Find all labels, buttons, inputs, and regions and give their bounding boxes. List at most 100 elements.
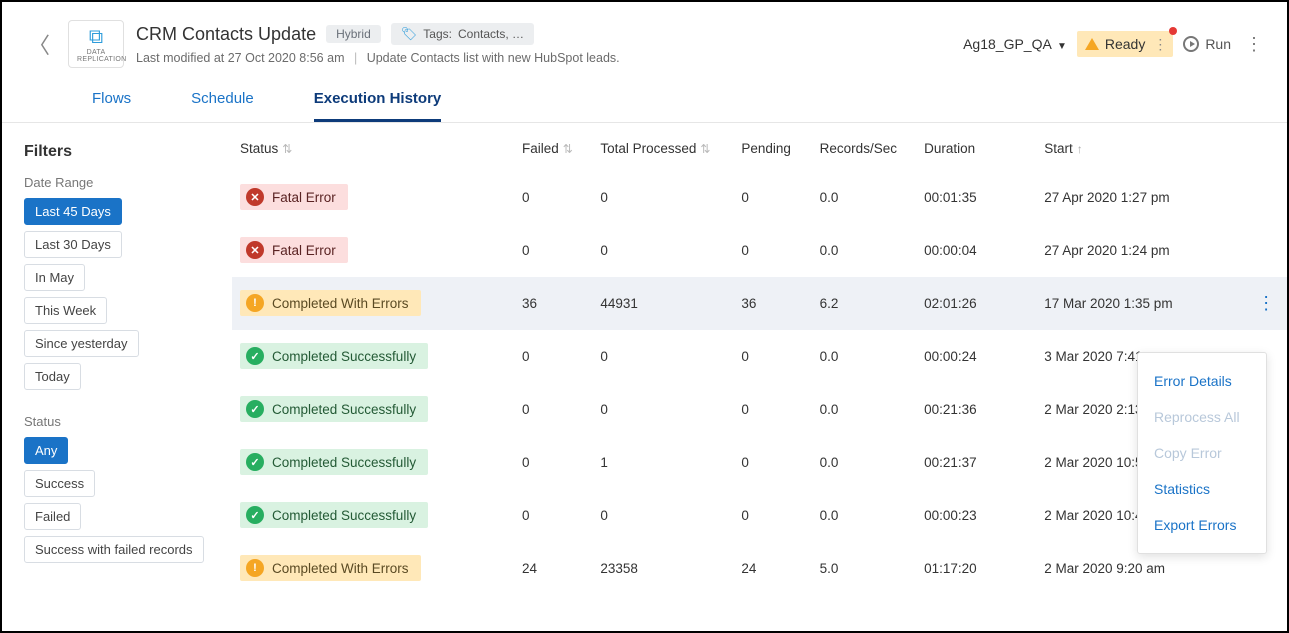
filter-since-yesterday[interactable]: Since yesterday: [24, 330, 139, 357]
filter-last-45-days[interactable]: Last 45 Days: [24, 198, 122, 225]
column-total-processed[interactable]: Total Processed⇅: [592, 123, 733, 171]
sort-icon: ⇅: [563, 142, 573, 156]
cell-failed: 0: [514, 489, 592, 542]
filter-today[interactable]: Today: [24, 363, 81, 390]
ready-more-icon[interactable]: ⋮: [1153, 36, 1167, 53]
success-icon: ✓: [246, 400, 264, 418]
menu-statistics[interactable]: Statistics: [1138, 471, 1266, 507]
table-row[interactable]: ✓Completed Successfully064868018.001:00:…: [232, 595, 1287, 598]
column-records-sec[interactable]: Records/Sec: [812, 123, 916, 171]
cell-pending: 0: [733, 595, 811, 598]
menu-copy-error: Copy Error: [1138, 435, 1266, 471]
cell-rps: 0.0: [812, 489, 916, 542]
environment-selector[interactable]: Ag18_GP_QA ▼: [963, 36, 1067, 52]
cell-rps: 18.0: [812, 595, 916, 598]
ready-status[interactable]: Ready ⋮: [1077, 31, 1173, 57]
warning-icon: [1085, 38, 1099, 50]
cell-pending: 24: [733, 542, 811, 595]
status-badge: !Completed With Errors: [240, 290, 421, 316]
cell-failed: 0: [514, 383, 592, 436]
table-row[interactable]: ✓Completed Successfully0100.000:21:372 M…: [232, 436, 1287, 489]
status-badge: !Completed With Errors: [240, 555, 421, 581]
cell-total: 1: [592, 436, 733, 489]
status-label: Completed Successfully: [272, 402, 416, 417]
cell-failed: 36: [514, 277, 592, 330]
fatal-icon: ✕: [246, 188, 264, 206]
column-pending[interactable]: Pending: [733, 123, 811, 171]
cell-failed: 0: [514, 171, 592, 224]
sort-up-icon: ↑: [1077, 142, 1083, 156]
app-icon-label: DATA REPLICATION: [77, 49, 115, 63]
filter-last-30-days[interactable]: Last 30 Days: [24, 231, 122, 258]
cell-duration: 00:00:23: [916, 489, 1036, 542]
menu-export-errors[interactable]: Export Errors: [1138, 507, 1266, 543]
cube-icon: ⧉: [77, 27, 115, 47]
filter-failed[interactable]: Failed: [24, 503, 81, 530]
filter-any[interactable]: Any: [24, 437, 68, 464]
cell-total: 0: [592, 171, 733, 224]
menu-error-details[interactable]: Error Details: [1138, 363, 1266, 399]
cell-pending: 0: [733, 383, 811, 436]
cell-pending: 0: [733, 436, 811, 489]
table-row[interactable]: !Completed With Errors3644931366.202:01:…: [232, 277, 1287, 330]
run-button[interactable]: Run: [1183, 36, 1231, 52]
row-more-button[interactable]: ⋮: [1245, 277, 1287, 330]
cell-pending: 0: [733, 224, 811, 277]
sort-icon: ⇅: [700, 142, 710, 156]
table-row[interactable]: ✕Fatal Error0000.000:00:0427 Apr 2020 1:…: [232, 224, 1287, 277]
tags-value: Contacts, …: [458, 27, 524, 41]
cell-start: 27 Apr 2020 1:27 pm: [1036, 171, 1245, 224]
success-icon: ✓: [246, 506, 264, 524]
cell-duration: 00:21:37: [916, 436, 1036, 489]
cell-rps: 6.2: [812, 277, 916, 330]
cell-start: 27 Feb 2020 2:12 pm: [1036, 595, 1245, 598]
cell-duration: 00:00:24: [916, 330, 1036, 383]
cell-total: 0: [592, 383, 733, 436]
column-failed[interactable]: Failed⇅: [514, 123, 592, 171]
tags-pill[interactable]: 🏷 Tags: Contacts, …: [391, 23, 534, 45]
cell-start: 17 Mar 2020 1:35 pm: [1036, 277, 1245, 330]
badge-hybrid: Hybrid: [326, 25, 381, 43]
column-duration[interactable]: Duration: [916, 123, 1036, 171]
notification-dot-icon: [1169, 27, 1177, 35]
status-label: Completed Successfully: [272, 508, 416, 523]
cell-rps: 5.0: [812, 542, 916, 595]
table-row[interactable]: !Completed With Errors2423358245.001:17:…: [232, 542, 1287, 595]
cell-rps: 0.0: [812, 171, 916, 224]
tab-flows[interactable]: Flows: [92, 90, 131, 122]
header-more-button[interactable]: ⋮: [1241, 34, 1267, 55]
title-block: CRM Contacts Update Hybrid 🏷 Tags: Conta…: [136, 23, 620, 65]
table-row[interactable]: ✓Completed Successfully0000.000:00:232 M…: [232, 489, 1287, 542]
table-row[interactable]: ✓Completed Successfully0000.000:00:243 M…: [232, 330, 1287, 383]
back-button[interactable]: 〈: [22, 28, 56, 60]
success-icon: ✓: [246, 347, 264, 365]
table-row[interactable]: ✕Fatal Error0000.000:01:3527 Apr 2020 1:…: [232, 171, 1287, 224]
cell-rps: 0.0: [812, 330, 916, 383]
status-badge: ✕Fatal Error: [240, 184, 348, 210]
cell-pending: 36: [733, 277, 811, 330]
tab-schedule[interactable]: Schedule: [191, 90, 254, 122]
chevron-down-icon: ▼: [1057, 41, 1067, 52]
play-icon: [1183, 36, 1199, 52]
subtitle: Last modified at 27 Oct 2020 8:56 am | U…: [136, 51, 620, 65]
cell-failed: 0: [514, 436, 592, 489]
column-start[interactable]: Start↑: [1036, 123, 1245, 171]
status-badge: ✕Fatal Error: [240, 237, 348, 263]
filter-in-may[interactable]: In May: [24, 264, 85, 291]
filter-success-with-failed-records[interactable]: Success with failed records: [24, 536, 204, 563]
execution-table: Status⇅Failed⇅Total Processed⇅PendingRec…: [232, 123, 1287, 597]
cell-failed: 24: [514, 542, 592, 595]
cell-duration: 01:17:20: [916, 542, 1036, 595]
cell-failed: 0: [514, 224, 592, 277]
tab-execution-history[interactable]: Execution History: [314, 90, 442, 122]
status-label: Completed Successfully: [272, 349, 416, 364]
cell-rps: 0.0: [812, 383, 916, 436]
column-status[interactable]: Status⇅: [232, 123, 514, 171]
filter-success[interactable]: Success: [24, 470, 95, 497]
chevron-left-icon: 〈: [28, 33, 50, 58]
table-row[interactable]: ✓Completed Successfully0000.000:21:362 M…: [232, 383, 1287, 436]
cell-rps: 0.0: [812, 224, 916, 277]
filter-this-week[interactable]: This Week: [24, 297, 107, 324]
filters-sidebar: Filters Date RangeLast 45 DaysLast 30 Da…: [2, 123, 232, 597]
cell-total: 64868: [592, 595, 733, 598]
